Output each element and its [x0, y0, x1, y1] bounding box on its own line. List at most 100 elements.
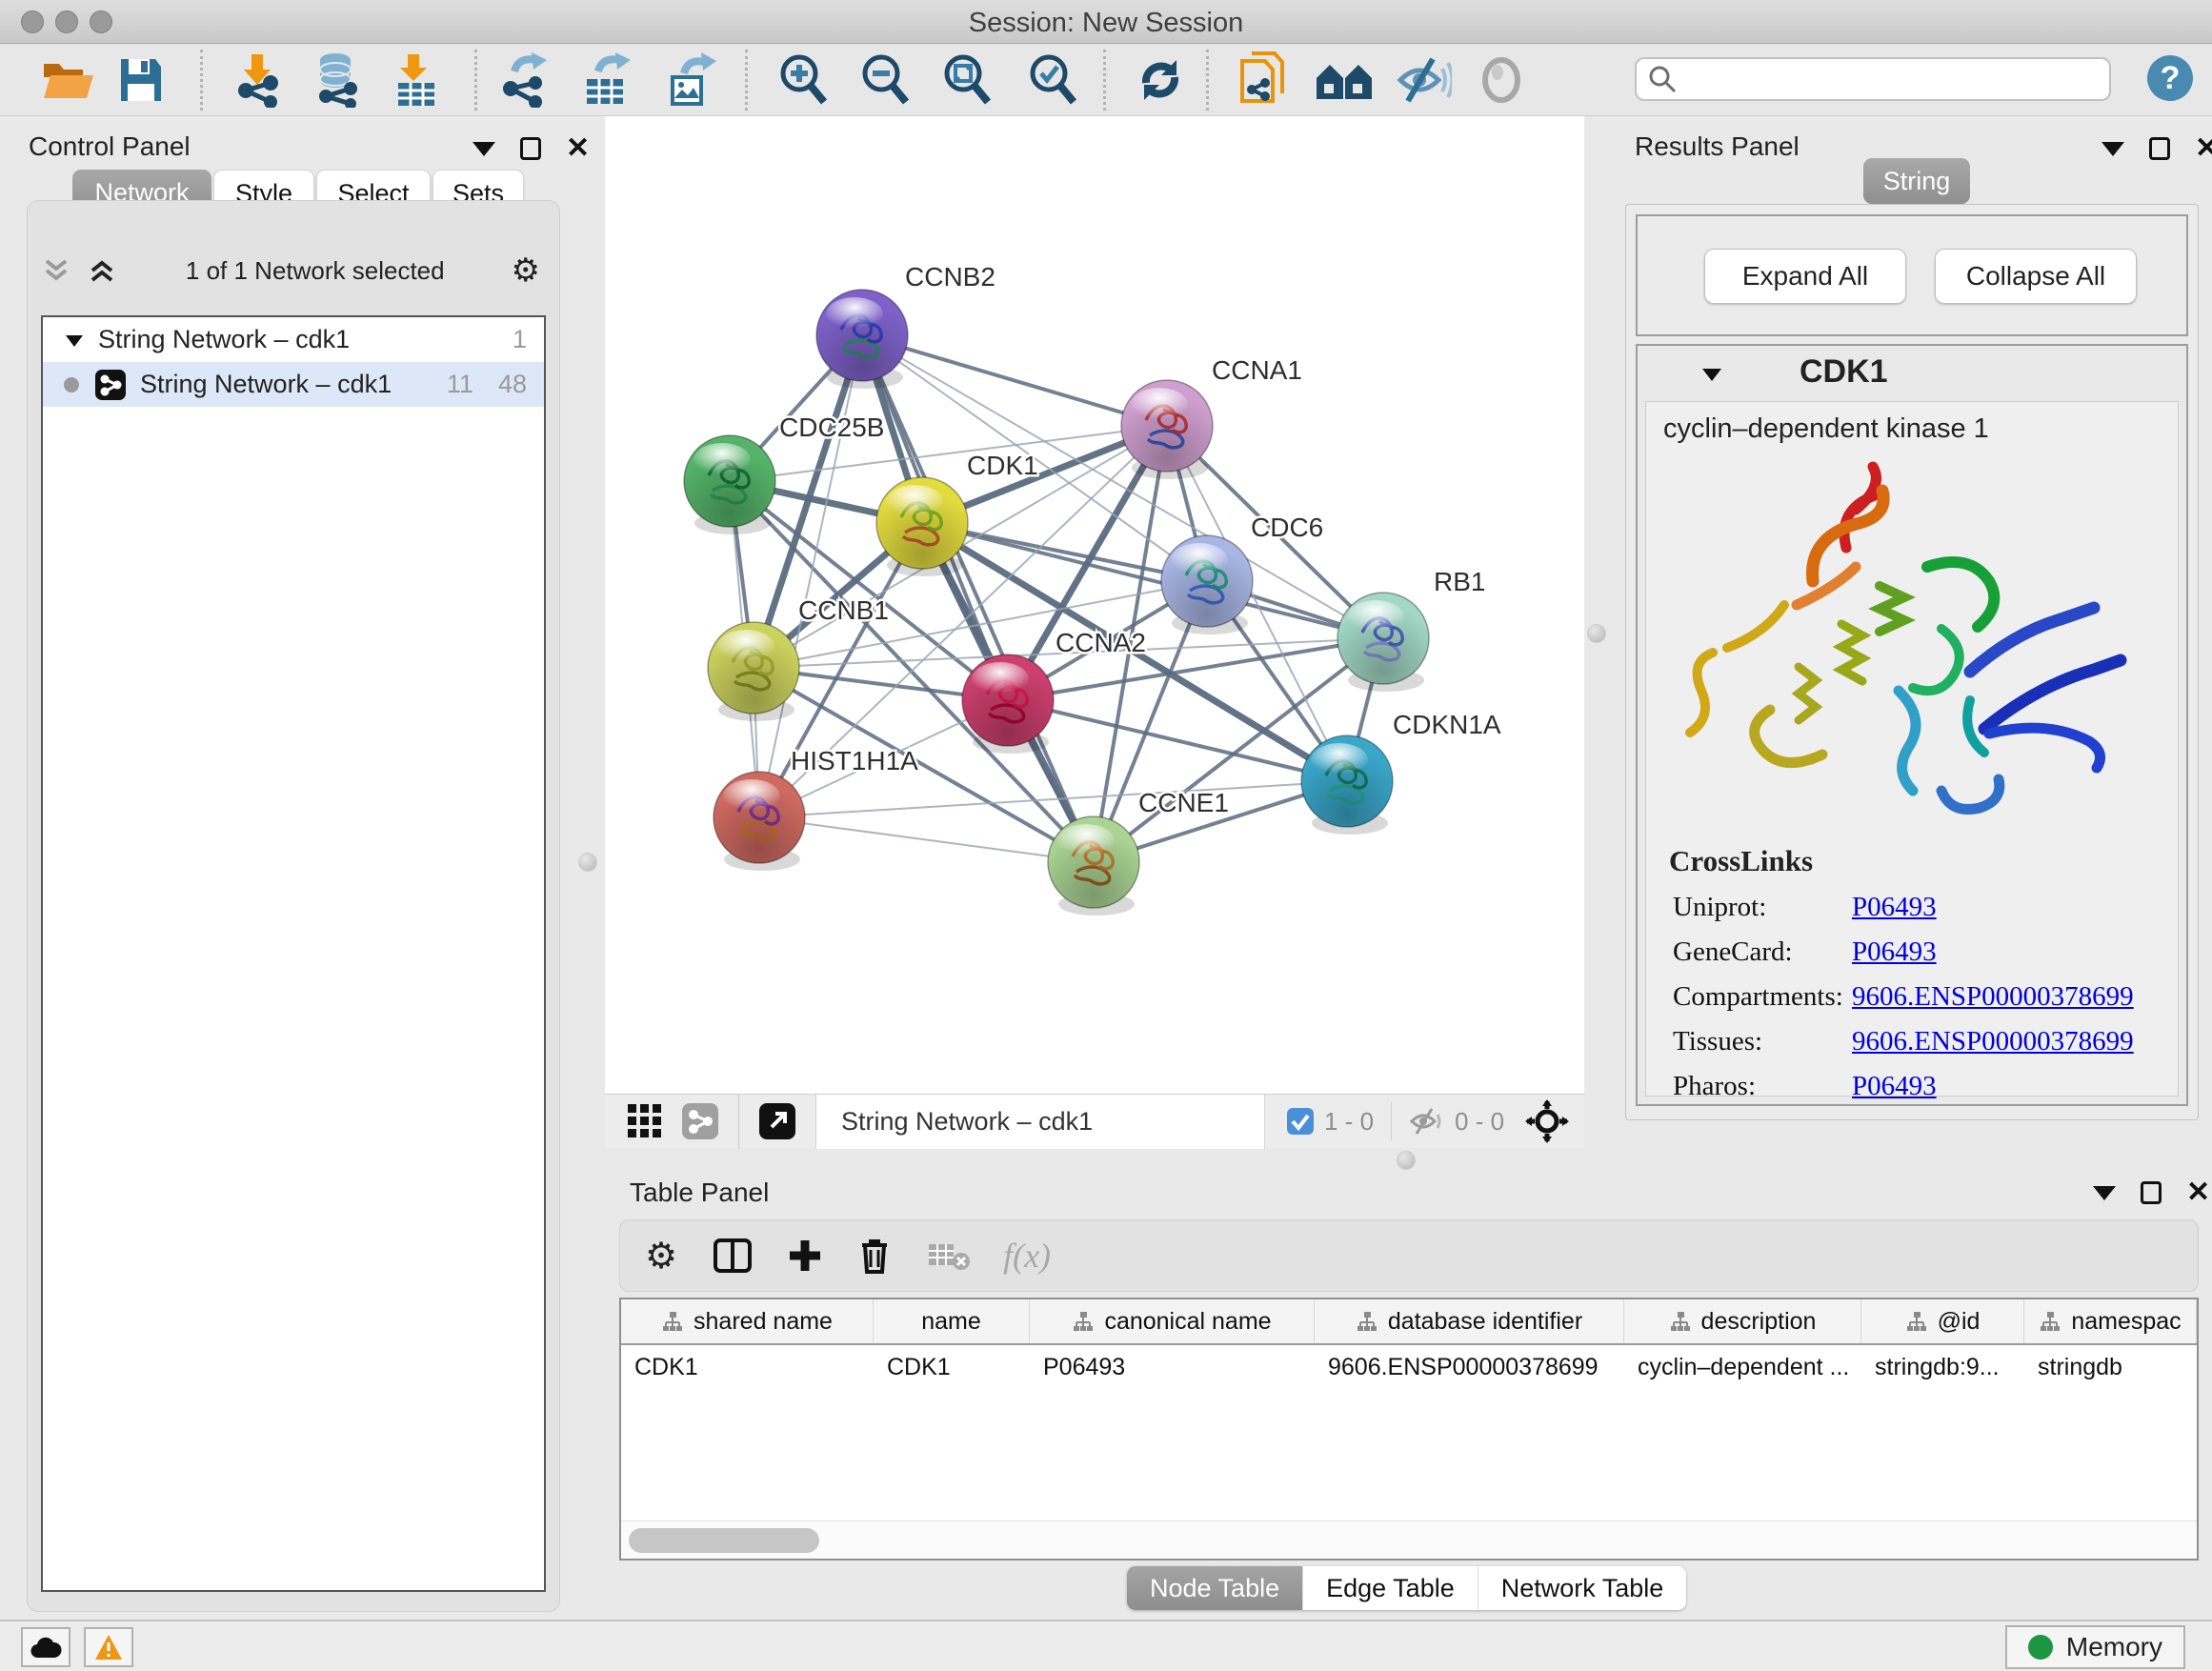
table-panel-menu-icon[interactable] — [2093, 1186, 2116, 1200]
memory-label: Memory — [2066, 1632, 2162, 1662]
network-edge[interactable] — [862, 335, 1167, 426]
table-panel-float-icon[interactable] — [2141, 1181, 2162, 1204]
network-collection-row[interactable]: String Network – cdk1 1 — [43, 317, 544, 362]
tab-string[interactable]: String — [1863, 158, 1970, 204]
table-cell[interactable]: 9606.ENSP00000378699 — [1315, 1345, 1624, 1389]
column-header-canonical-name[interactable]: canonical name — [1030, 1299, 1315, 1343]
column-header-shared-name[interactable]: shared name — [621, 1299, 874, 1343]
table-cell[interactable]: stringdb:9... — [1861, 1345, 2024, 1389]
table-cell[interactable]: P06493 — [1030, 1345, 1315, 1389]
column-namespace-icon — [1905, 1310, 1928, 1333]
zoom-in-icon[interactable] — [774, 51, 835, 109]
fit-content-crosshair-icon[interactable] — [1525, 1099, 1569, 1143]
import-table-file-icon[interactable] — [385, 51, 446, 109]
network-row-selected[interactable]: String Network – cdk1 11 48 — [43, 362, 544, 407]
table-row[interactable]: CDK1CDK1P064939606.ENSP00000378699cyclin… — [621, 1345, 2197, 1389]
column-header--id[interactable]: @id — [1861, 1299, 2024, 1343]
table-cell[interactable]: cyclin–dependent ... — [1624, 1345, 1861, 1389]
network-node-cdk1[interactable]: CDK1 — [876, 451, 1038, 576]
column-header-name[interactable]: name — [874, 1299, 1030, 1343]
export-table-icon[interactable] — [575, 51, 636, 109]
left-splitter-handle[interactable] — [578, 853, 597, 872]
memory-button[interactable]: Memory — [2005, 1625, 2185, 1669]
zoom-selected-icon[interactable] — [1023, 51, 1084, 109]
show-columns-icon[interactable] — [714, 1238, 752, 1273]
results-panel-close-icon[interactable]: ✕ — [2195, 137, 2212, 160]
collection-expand-icon[interactable] — [64, 332, 85, 349]
delete-column-icon[interactable] — [858, 1238, 891, 1274]
network-node-ccne1[interactable]: CCNE1 — [1048, 788, 1229, 916]
crosslink-value[interactable]: P06493 — [1852, 1071, 1937, 1102]
results-panel-title: Results Panel — [1635, 131, 1800, 162]
network-options-gear-icon[interactable]: ⚙ — [512, 252, 540, 290]
control-panel-float-icon[interactable] — [520, 137, 541, 160]
network-node-ccnb2[interactable]: CCNB2 — [816, 262, 995, 389]
selected-checkbox-icon[interactable] — [1286, 1107, 1315, 1136]
network-node-cdkn1a[interactable]: CDKN1A — [1301, 710, 1501, 835]
table-hscrollbar-thumb[interactable] — [629, 1528, 819, 1553]
network-node-rb1[interactable]: RB1 — [1337, 567, 1485, 692]
column-header-database-identifier[interactable]: database identifier — [1315, 1299, 1624, 1343]
separator — [1391, 1102, 1392, 1140]
table-cell[interactable]: CDK1 — [874, 1345, 1030, 1389]
export-image-icon[interactable] — [659, 51, 720, 109]
search-input[interactable] — [1635, 57, 2111, 101]
create-column-icon[interactable] — [788, 1238, 822, 1273]
results-panel-menu-icon[interactable] — [2101, 142, 2124, 156]
crosslink-value[interactable]: 9606.ENSP00000378699 — [1852, 981, 2134, 1013]
crosslink-value[interactable]: P06493 — [1852, 936, 1937, 968]
bottom-splitter-handle[interactable] — [1397, 1151, 1416, 1170]
gene-collapse-icon[interactable] — [1700, 365, 1723, 384]
import-network-database-icon[interactable] — [307, 51, 368, 109]
zoom-fit-icon[interactable] — [937, 51, 998, 109]
column-header-namespac[interactable]: namespac — [2024, 1299, 2197, 1343]
collapse-all-icon[interactable] — [41, 255, 73, 286]
table-panel-close-icon[interactable]: ✕ — [2186, 1181, 2210, 1204]
first-neighbors-icon[interactable] — [1315, 51, 1376, 109]
control-panel-close-icon[interactable]: ✕ — [566, 137, 590, 160]
table-cell[interactable]: stringdb — [2024, 1345, 2197, 1389]
crosslink-label: Compartments: — [1673, 981, 1852, 1013]
help-icon[interactable]: ? — [2147, 55, 2193, 101]
network-node-ccna1[interactable]: CCNA1 — [1121, 355, 1302, 479]
network-edge[interactable] — [1008, 700, 1347, 781]
hide-selected-icon[interactable] — [1393, 51, 1454, 109]
collapse-all-button[interactable]: Collapse All — [1935, 249, 2137, 304]
tab-node-table[interactable]: Node Table — [1127, 1566, 1302, 1610]
import-network-file-icon[interactable] — [229, 51, 290, 109]
export-network-icon[interactable] — [493, 51, 554, 109]
save-session-icon[interactable] — [111, 51, 171, 109]
column-header-description[interactable]: description — [1624, 1299, 1861, 1343]
warning-status-button[interactable] — [84, 1627, 133, 1667]
expand-all-icon[interactable] — [87, 255, 119, 286]
table-cell[interactable]: CDK1 — [621, 1345, 874, 1389]
node-label: CDKN1A — [1393, 710, 1501, 739]
show-all-icon[interactable] — [1471, 51, 1532, 109]
search-field[interactable] — [1684, 64, 2109, 95]
open-session-icon[interactable] — [38, 51, 99, 109]
table-hscrollbar[interactable] — [621, 1520, 2197, 1559]
node-table[interactable]: shared namenamecanonical namedatabase id… — [619, 1298, 2199, 1560]
network-edge[interactable] — [862, 335, 1094, 862]
results-panel-float-icon[interactable] — [2149, 137, 2170, 160]
crosslink-value[interactable]: 9606.ENSP00000378699 — [1852, 1026, 2134, 1057]
expand-all-button[interactable]: Expand All — [1704, 249, 1906, 304]
tab-network-table[interactable]: Network Table — [1478, 1566, 1687, 1610]
crosslink-value[interactable]: P06493 — [1852, 892, 1937, 923]
tab-edge-table[interactable]: Edge Table — [1302, 1566, 1478, 1610]
network-node-ccnb1[interactable]: CCNB1 — [708, 595, 889, 721]
grid-view-icon[interactable] — [626, 1102, 664, 1140]
control-panel-menu-icon[interactable] — [473, 142, 495, 156]
network-edge[interactable] — [759, 817, 1094, 862]
refresh-icon[interactable] — [1130, 51, 1191, 109]
network-canvas[interactable]: CCNB2CCNA1CDC25BCDK1CDC6RB1CCNB1CCNA2CDK… — [605, 116, 1584, 1094]
detach-view-icon[interactable] — [758, 1102, 796, 1140]
network-node-hist1h1a[interactable]: HIST1H1A — [714, 746, 918, 871]
network-overview-icon[interactable] — [681, 1102, 719, 1140]
table-options-gear-icon[interactable]: ⚙ — [645, 1235, 677, 1278]
clone-network-icon[interactable] — [1233, 51, 1294, 109]
cloud-status-button[interactable] — [21, 1627, 70, 1667]
collection-count: 1 — [513, 325, 527, 354]
zoom-out-icon[interactable] — [855, 51, 916, 109]
right-splitter-handle[interactable] — [1587, 624, 1606, 643]
